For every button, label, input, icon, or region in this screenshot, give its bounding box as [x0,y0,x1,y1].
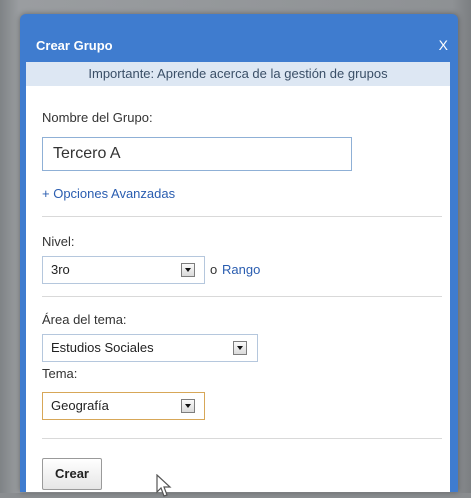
group-name-label: Nombre del Grupo: [42,110,153,125]
chevron-down-icon [181,263,195,277]
close-button[interactable]: X [439,37,448,53]
topic-label: Tema: [42,366,78,381]
topic-selected-value: Geografía [51,398,109,413]
topic-select[interactable]: Geografía [42,392,205,420]
advanced-options-link[interactable]: + Opciones Avanzadas [42,186,175,201]
level-label: Nivel: [42,234,75,249]
chevron-down-icon [233,341,247,355]
dialog-titlebar: Crear Grupo X [20,14,458,53]
level-select[interactable]: 3ro [42,256,205,284]
dialog-body: Importante: Aprende acerca de la gestión… [26,62,450,497]
level-selected-value: 3ro [51,262,70,277]
mouse-pointer-icon [156,474,172,497]
section-divider [42,438,442,439]
range-prefix: o [210,262,218,277]
create-button[interactable]: Crear [42,458,102,490]
dialog-title: Crear Grupo [36,38,113,53]
create-group-dialog: Crear Grupo X Importante: Aprende acerca… [20,14,458,497]
section-divider [42,296,442,297]
group-management-notice[interactable]: Importante: Aprende acerca de la gestión… [26,62,450,86]
section-divider [42,216,442,217]
subject-area-label: Área del tema: [42,312,127,327]
group-name-input[interactable]: Tercero A [42,137,352,171]
subject-area-select[interactable]: Estudios Sociales [42,334,258,362]
notice-text: Importante: Aprende acerca de la gestión… [88,66,388,81]
range-link[interactable]: Rango [222,262,260,277]
chevron-down-icon [181,399,195,413]
subject-area-selected-value: Estudios Sociales [51,340,154,355]
